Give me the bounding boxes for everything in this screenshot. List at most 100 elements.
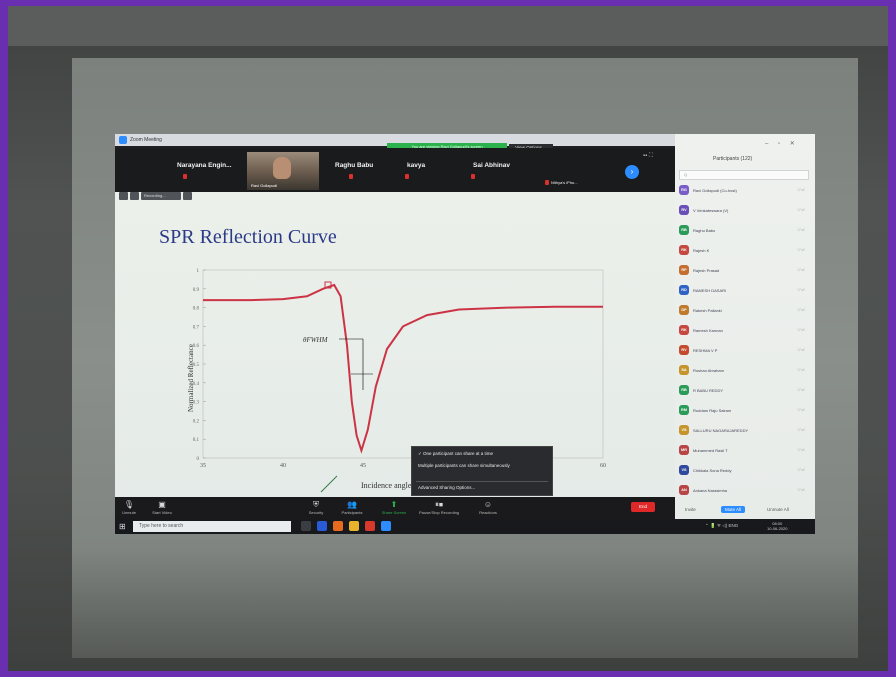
participant-row[interactable]: RM Ruddam Raju Sairam 🎙̸ ▭̸ bbox=[675, 402, 815, 418]
reactions-button[interactable]: ☺ Reactions bbox=[475, 499, 501, 515]
participant-row[interactable]: RG Ravi Gollapudi (Co-host) 🎙̸ ▭̸ bbox=[675, 182, 815, 198]
avatar: RV bbox=[679, 205, 689, 215]
muted-mic-video-icon[interactable]: 🎙̸ ▭̸ bbox=[797, 187, 805, 192]
taskbar-search[interactable]: Type here to search bbox=[133, 521, 291, 532]
video-tile[interactable]: kavya bbox=[405, 152, 465, 190]
participant-name: Ramesh Kannan bbox=[693, 328, 723, 333]
video-tile[interactable]: Raghu Babu bbox=[331, 152, 403, 190]
mic-off-icon: 🎙 bbox=[123, 500, 135, 509]
task-view-icon[interactable] bbox=[301, 521, 311, 531]
muted-mic-icon bbox=[183, 174, 187, 179]
participant-name: V Venkateswara (V) bbox=[693, 208, 729, 213]
layout-icon[interactable] bbox=[119, 192, 128, 200]
taskbar-clock[interactable]: 08:00 10-06-2020 bbox=[767, 521, 787, 531]
participant-row[interactable]: VS Chikkala Sona Reddy 🎙̸ ▭̸ bbox=[675, 462, 815, 478]
video-tile-host[interactable]: Ravi Gollapudi bbox=[247, 152, 319, 190]
edge-icon[interactable] bbox=[317, 521, 327, 531]
muted-mic-icon bbox=[545, 180, 549, 185]
muted-mic-video-icon[interactable]: 🎙̸ ▭̸ bbox=[797, 467, 805, 472]
participant-name: Ravi Gollapudi (Co-host) bbox=[693, 188, 737, 193]
next-page-icon[interactable]: › bbox=[625, 165, 639, 179]
participants-panel: – ▫ ✕ Participants (122) Q RG Ravi Gollap… bbox=[675, 134, 815, 519]
pause-icon[interactable] bbox=[183, 192, 192, 200]
participant-row[interactable]: SA Roshan Abraham 🎙̸ ▭̸ bbox=[675, 362, 815, 378]
video-tile[interactable]: Nithya's iPho... bbox=[545, 152, 621, 190]
participant-row[interactable]: VS SALLURU NAGARAJAREDDY 🎙̸ ▭̸ bbox=[675, 422, 815, 438]
x-tick-label: 45 bbox=[360, 463, 366, 469]
participant-row[interactable]: AN Ankana Narasimha 🎙̸ ▭̸ bbox=[675, 482, 815, 498]
avatar: RD bbox=[679, 285, 689, 295]
participant-name: kavya bbox=[407, 162, 426, 169]
windows-start-icon[interactable]: ⊞ bbox=[119, 522, 126, 531]
zoom-app-icon[interactable] bbox=[381, 521, 391, 531]
multiple-participants-option[interactable]: Multiple participants can share simultan… bbox=[418, 463, 510, 468]
invite-button[interactable]: Invite bbox=[685, 507, 696, 512]
participants-search[interactable]: Q bbox=[679, 170, 809, 180]
muted-mic-video-icon[interactable]: 🎙̸ ▭̸ bbox=[797, 207, 805, 212]
participants-button[interactable]: 👥 Participants bbox=[335, 499, 369, 515]
mute-all-button[interactable]: Mute All bbox=[721, 506, 746, 513]
security-button[interactable]: ⛨ Security bbox=[303, 499, 329, 515]
muted-mic-video-icon[interactable]: 🎙̸ ▭̸ bbox=[797, 347, 805, 352]
muted-mic-video-icon[interactable]: 🎙̸ ▭̸ bbox=[797, 327, 805, 332]
end-meeting-button[interactable]: End bbox=[631, 502, 655, 512]
muted-mic-video-icon[interactable]: 🎙̸ ▭̸ bbox=[797, 407, 805, 412]
avatar: SA bbox=[679, 365, 689, 375]
reflectance-curve bbox=[203, 283, 603, 454]
participant-name: Ruddam Raju Sairam bbox=[693, 408, 732, 413]
avatar: RB bbox=[679, 225, 689, 235]
y-tick-label: 0.9 bbox=[193, 288, 200, 293]
participant-row[interactable]: RD RAMESH DASARI 🎙̸ ▭̸ bbox=[675, 282, 815, 298]
participant-name: Sai Abhinav bbox=[473, 162, 510, 169]
muted-mic-video-icon[interactable]: 🎙̸ ▭̸ bbox=[797, 267, 805, 272]
muted-mic-video-icon[interactable]: 🎙̸ ▭̸ bbox=[797, 367, 805, 372]
participant-caption: Nithya's iPho... bbox=[551, 180, 578, 185]
muted-mic-video-icon[interactable]: 🎙̸ ▭̸ bbox=[797, 227, 805, 232]
x-axis-label: Incidence angle bbox=[361, 481, 412, 490]
x-tick-label: 60 bbox=[600, 463, 606, 469]
advanced-sharing-option[interactable]: Advanced Sharing Options... bbox=[418, 485, 475, 490]
participant-row[interactable]: RP Rajesh Prasad 🎙̸ ▭̸ bbox=[675, 262, 815, 278]
muted-mic-video-icon[interactable]: 🎙̸ ▭̸ bbox=[797, 307, 805, 312]
participant-row[interactable]: MR Muhammed Rasil T 🎙̸ ▭̸ bbox=[675, 442, 815, 458]
one-participant-option[interactable]: ✓ One participant can share at a time bbox=[418, 451, 493, 457]
muted-mic-video-icon[interactable]: 🎙̸ ▭̸ bbox=[797, 387, 805, 392]
unmute-all-button[interactable]: Unmute All bbox=[767, 507, 789, 512]
muted-mic-video-icon[interactable]: 🎙̸ ▭̸ bbox=[797, 447, 805, 452]
participant-row[interactable]: RK Ramesh Kannan 🎙̸ ▭̸ bbox=[675, 322, 815, 338]
participant-name: SALLURU NAGARAJAREDDY bbox=[693, 428, 749, 433]
video-tile[interactable]: Narayana Engin... bbox=[175, 152, 245, 190]
speaker-video bbox=[273, 157, 291, 179]
firefox-icon[interactable] bbox=[333, 521, 343, 531]
menu-divider bbox=[416, 481, 548, 482]
unmute-button[interactable]: 🎙 Unmute bbox=[119, 499, 139, 515]
window-controls-icon[interactable]: – ▫ ✕ bbox=[765, 140, 799, 147]
participant-name: Narayana Engin... bbox=[177, 162, 232, 169]
participant-row[interactable]: RV RESHMA V P 🎙̸ ▭̸ bbox=[675, 342, 815, 358]
participant-name: R BABU REDDY bbox=[693, 388, 724, 393]
participant-caption: Ravi Gollapudi bbox=[251, 183, 278, 188]
participant-row[interactable]: DP Rakesh Pallanki 🎙̸ ▭̸ bbox=[675, 302, 815, 318]
muted-mic-video-icon[interactable]: 🎙̸ ▭̸ bbox=[797, 487, 805, 492]
system-tray[interactable]: ⌃ 🔋 ᯤ ◁) ENG bbox=[705, 523, 738, 529]
participant-row[interactable]: RB Raghu Babu 🎙̸ ▭̸ bbox=[675, 222, 815, 238]
muted-mic-video-icon[interactable]: 🎙̸ ▭̸ bbox=[797, 247, 805, 252]
file-explorer-icon[interactable] bbox=[349, 521, 359, 531]
start-video-button[interactable]: ▣ Start Video bbox=[147, 499, 177, 515]
wall bbox=[8, 6, 888, 46]
window-title: Zoom Meeting bbox=[130, 137, 162, 143]
chrome-icon[interactable] bbox=[365, 521, 375, 531]
recording-indicator[interactable]: Recording... bbox=[141, 192, 181, 200]
share-screen-button[interactable]: ⬆ Share Screen bbox=[377, 499, 411, 515]
participant-row[interactable]: RB R BABU REDDY 🎙̸ ▭̸ bbox=[675, 382, 815, 398]
zoom-logo-icon bbox=[119, 136, 127, 144]
pause-stop-recording-button[interactable]: ⏸⏹ Pause/Stop Recording bbox=[419, 499, 459, 515]
participant-row[interactable]: RK Rajesh K 🎙̸ ▭̸ bbox=[675, 242, 815, 258]
pointer-icon[interactable] bbox=[130, 192, 139, 200]
clock-date: 10-06-2020 bbox=[767, 526, 788, 531]
participant-row[interactable]: RV V Venkateswara (V) 🎙̸ ▭̸ bbox=[675, 202, 815, 218]
gallery-view-icon[interactable]: ▪▪ ⛶ bbox=[643, 153, 653, 160]
muted-mic-video-icon[interactable]: 🎙̸ ▭̸ bbox=[797, 427, 805, 432]
muted-mic-video-icon[interactable]: 🎙̸ ▭̸ bbox=[797, 287, 805, 292]
video-tile[interactable]: Sai Abhinav bbox=[469, 152, 549, 190]
